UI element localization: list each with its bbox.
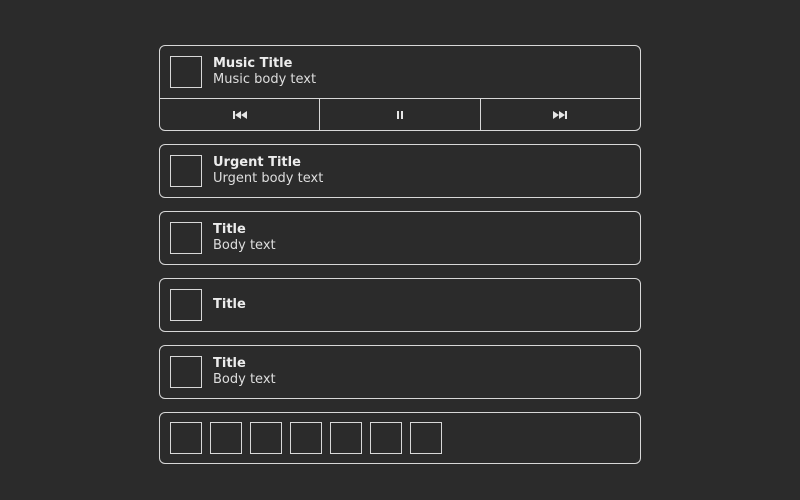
previous-track-icon <box>232 110 247 119</box>
notification[interactable]: Title Body text <box>159 211 641 265</box>
notification-icon-thumbnail <box>170 289 202 321</box>
image-thumbnail[interactable] <box>170 422 202 454</box>
image-thumbnail[interactable] <box>410 422 442 454</box>
image-thumbnail[interactable] <box>210 422 242 454</box>
urgent-notification[interactable]: Urgent Title Urgent body text <box>159 144 641 198</box>
image-thumbnail[interactable] <box>370 422 402 454</box>
image-thumbnail[interactable] <box>250 422 282 454</box>
next-track-button[interactable] <box>481 99 640 130</box>
image-thumbnail[interactable] <box>290 422 322 454</box>
pause-button[interactable] <box>320 99 481 130</box>
notification-stack: Music Title Music body text Urgent Title… <box>159 45 641 477</box>
notification-icon-thumbnail <box>170 222 202 254</box>
notification-body: Music body text <box>213 72 317 87</box>
image-strip-notification[interactable] <box>159 412 641 464</box>
notification-title: Title <box>213 222 246 237</box>
notification-title: Title <box>213 356 246 371</box>
notification[interactable]: Title Body text <box>159 345 641 399</box>
music-controls <box>160 98 640 130</box>
notification-body: Body text <box>213 372 276 387</box>
notification-title: Urgent Title <box>213 155 301 170</box>
previous-track-button[interactable] <box>160 99 321 130</box>
next-track-icon <box>553 110 568 119</box>
music-notification[interactable]: Music Title Music body text <box>159 45 641 131</box>
notification-body: Body text <box>213 238 276 253</box>
notification-title: Music Title <box>213 56 293 71</box>
notification-icon-thumbnail <box>170 356 202 388</box>
album-art-thumbnail <box>170 56 202 88</box>
notification-icon-thumbnail <box>170 155 202 187</box>
notification-title: Title <box>213 297 246 312</box>
pause-icon <box>396 110 403 119</box>
title-only-notification[interactable]: Title <box>159 278 641 332</box>
notification-body: Urgent body text <box>213 171 324 186</box>
image-thumbnail[interactable] <box>330 422 362 454</box>
